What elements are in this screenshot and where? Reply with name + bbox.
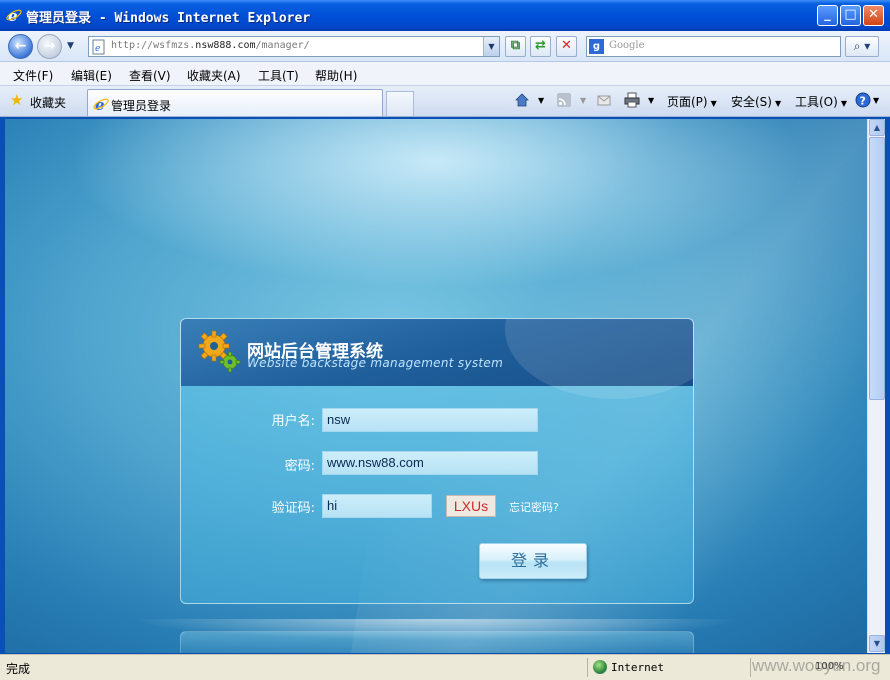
scroll-up-icon[interactable]: ▲ (869, 119, 885, 136)
menu-help[interactable]: 帮助(H) (315, 67, 357, 84)
refresh-icon[interactable]: ⇄ (530, 36, 551, 57)
search-placeholder: Google (609, 40, 645, 51)
captcha-input[interactable]: hi (322, 494, 432, 518)
captcha-image[interactable]: LXUs (446, 495, 496, 517)
address-url: http://wsfmzs.nsw888.com/manager/ (111, 40, 310, 51)
svg-text:?: ? (860, 95, 866, 108)
window-title: 管理员登录 - Windows Internet Explorer (26, 11, 311, 26)
menu-file[interactable]: 文件(F) (13, 67, 53, 84)
feeds-icon[interactable] (556, 92, 572, 108)
ie-page-icon: e (93, 96, 109, 112)
feeds-dropdown-icon[interactable]: ▼ (580, 96, 586, 105)
search-button[interactable]: ⌕ ▾ (845, 36, 879, 57)
gears-logo-icon (198, 330, 241, 373)
print-icon[interactable] (624, 92, 640, 108)
captcha-label: 验证码: (271, 501, 315, 516)
history-dropdown-icon[interactable]: ▼ (67, 41, 74, 51)
status-text: 完成 (6, 662, 31, 676)
watermark: www.wooyun.org (752, 656, 881, 675)
page-menu-button[interactable]: 页面(P) ▼ (667, 93, 717, 110)
username-label: 用户名: (271, 414, 315, 429)
forgot-password-link[interactable]: 忘记密码? (509, 499, 559, 515)
scroll-thumb[interactable] (869, 137, 885, 400)
login-panel: 网站后台管理系统 Website backstage management sy… (180, 318, 694, 604)
search-input[interactable]: g Google (586, 36, 841, 57)
home-dropdown-icon[interactable]: ▼ (538, 96, 544, 105)
favorites-button[interactable]: 收藏夹 (30, 94, 66, 111)
mail-icon[interactable] (596, 92, 612, 108)
tab-bar: ★ 收藏夹 e 管理员登录 ▼ ▼ ▼ 页面(P) ▼ 安全(S) ▼ 工具(O) ▼… (0, 86, 890, 117)
safety-menu-button[interactable]: 安全(S) ▼ (731, 93, 781, 110)
vertical-scrollbar[interactable]: ▲ ▼ (867, 119, 885, 653)
address-dropdown-icon[interactable]: ▼ (483, 37, 499, 56)
address-input[interactable]: e http://wsfmzs.nsw888.com/manager/ ▼ (88, 36, 500, 57)
address-toolbar: ← → ▼ e http://wsfmzs.nsw888.com/manager… (0, 31, 890, 62)
menu-favorites[interactable]: 收藏夹(A) (187, 67, 241, 84)
home-icon[interactable] (514, 92, 530, 108)
help-dropdown-icon[interactable]: ▼ (873, 96, 879, 105)
search-icon: ⌕ (853, 39, 861, 53)
new-tab-button[interactable] (386, 91, 414, 116)
username-input[interactable]: nsw (322, 408, 538, 432)
minimize-button[interactable]: _ (817, 5, 838, 26)
tab-admin-login[interactable]: e 管理员登录 (87, 89, 383, 116)
menu-view[interactable]: 查看(V) (129, 67, 171, 84)
system-subtitle: Website backstage management system (247, 356, 504, 370)
help-icon[interactable]: ? (855, 92, 871, 108)
compatibility-view-icon[interactable]: ⧉ (505, 36, 526, 57)
page-content: 网站后台管理系统 Website backstage management sy… (5, 119, 867, 653)
menu-edit[interactable]: 编辑(E) (71, 67, 112, 84)
forward-button[interactable]: → (37, 34, 62, 59)
page-icon: e (92, 39, 105, 55)
favorites-star-icon[interactable]: ★ (10, 93, 23, 108)
maximize-button[interactable]: □ (840, 5, 861, 26)
menu-bar: 文件(F) 编辑(E) 查看(V) 收藏夹(A) 工具(T) 帮助(H) (0, 62, 890, 86)
tools-menu-button[interactable]: 工具(O) ▼ (795, 93, 847, 110)
panel-reflection (180, 631, 694, 653)
print-dropdown-icon[interactable]: ▼ (648, 96, 654, 105)
close-button[interactable]: ✕ (863, 5, 884, 26)
back-button[interactable]: ← (8, 34, 33, 59)
title-bar: e 管理员登录 - Windows Internet Explorer _ □ … (0, 0, 890, 31)
security-zone: Internet (611, 661, 664, 674)
ie-logo-icon: e (6, 7, 22, 23)
tab-label: 管理员登录 (111, 99, 172, 113)
menu-tools[interactable]: 工具(T) (258, 67, 299, 84)
scroll-down-icon[interactable]: ▼ (869, 635, 885, 652)
internet-zone-icon (593, 660, 607, 674)
stop-icon[interactable]: ✕ (556, 36, 577, 57)
login-panel-header: 网站后台管理系统 Website backstage management sy… (181, 319, 693, 399)
password-input[interactable]: www.nsw88.com (322, 451, 538, 475)
password-label: 密码: (284, 459, 315, 474)
login-button[interactable]: 登录 (479, 543, 587, 579)
svg-text:e: e (95, 44, 100, 54)
google-icon: g (589, 39, 604, 54)
